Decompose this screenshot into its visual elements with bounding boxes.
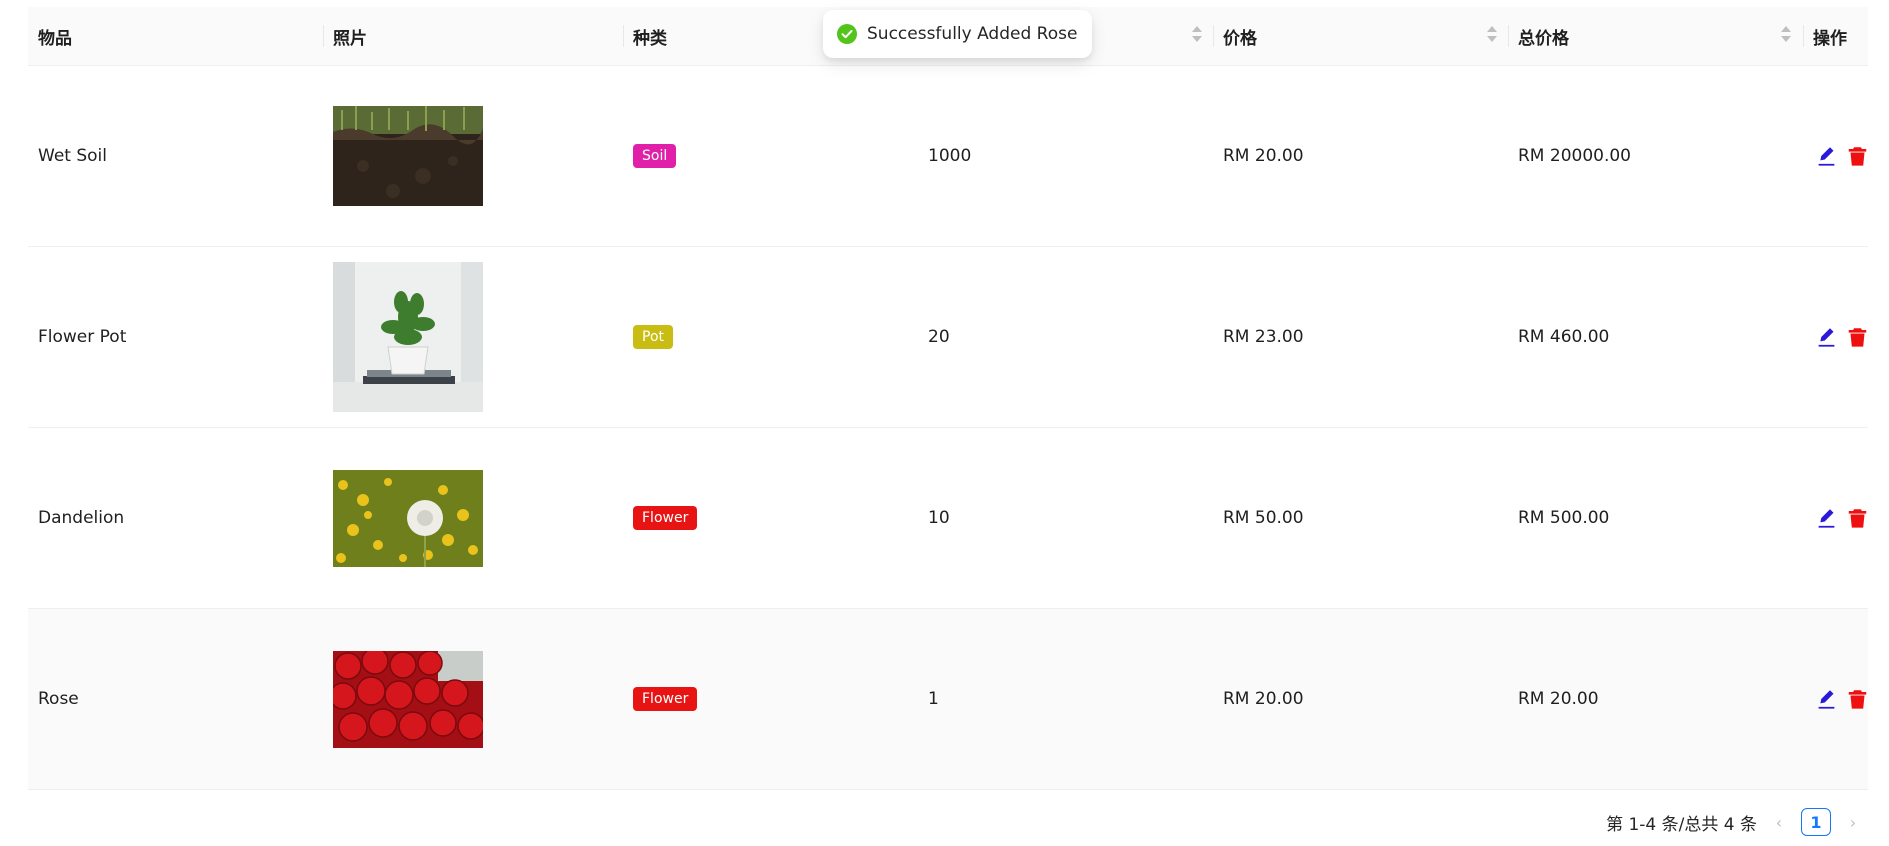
quantity-value: 10 (928, 508, 950, 528)
category-tag: Flower (633, 687, 698, 711)
price-value: RM 20.00 (1223, 689, 1304, 709)
header-total-price[interactable]: 总价格 (1508, 7, 1803, 65)
total-value: RM 460.00 (1518, 327, 1610, 347)
chevron-left-icon[interactable]: ‹ (1771, 813, 1787, 832)
total-value: RM 20000.00 (1518, 146, 1631, 166)
category-tag: Pot (633, 325, 673, 349)
potted-plant-photo (323, 247, 623, 427)
toast-message: Successfully Added Rose (867, 24, 1078, 44)
item-name: Dandelion (38, 508, 125, 528)
pagination: 第 1-4 条/总共 4 条 ‹ 1 › (1606, 808, 1861, 836)
total-value: RM 500.00 (1518, 508, 1610, 528)
edit-icon[interactable] (1816, 326, 1837, 348)
quantity-value: 1000 (928, 146, 972, 166)
chevron-right-icon[interactable]: › (1845, 813, 1861, 832)
inventory-table: 物品 照片 种类 价格 总价格 操作 Wet Soil Soil 1000 RM… (28, 7, 1868, 790)
table-row: Dandelion Flower 10 RM 50.00 RM 500.00 (28, 428, 1868, 609)
soil-photo (323, 66, 623, 246)
edit-icon[interactable] (1816, 145, 1837, 167)
price-value: RM 20.00 (1223, 146, 1304, 166)
table-row: Rose Flower 1 RM 20.00 RM 20.00 (28, 609, 1868, 790)
header-actions: 操作 (1813, 28, 1847, 49)
roses-photo (323, 609, 623, 789)
dandelion-photo (323, 428, 623, 608)
trash-icon[interactable] (1847, 688, 1868, 710)
success-toast: Successfully Added Rose (823, 10, 1093, 58)
edit-icon[interactable] (1816, 507, 1837, 529)
price-value: RM 50.00 (1223, 508, 1304, 528)
item-name: Wet Soil (38, 146, 107, 166)
category-tag: Soil (633, 144, 677, 168)
pagination-summary: 第 1-4 条/总共 4 条 (1606, 814, 1757, 835)
total-price-sort-icon[interactable] (1780, 26, 1792, 46)
quantity-value: 20 (928, 327, 950, 347)
price-value: RM 23.00 (1223, 327, 1304, 347)
quantity-sort-icon[interactable] (1191, 26, 1203, 46)
trash-icon[interactable] (1847, 507, 1868, 529)
trash-icon[interactable] (1847, 326, 1868, 348)
edit-icon[interactable] (1816, 688, 1837, 710)
table-row: Wet Soil Soil 1000 RM 20.00 RM 20000.00 (28, 66, 1868, 247)
quantity-value: 1 (928, 689, 939, 709)
check-circle-icon (837, 24, 857, 44)
page-1-button[interactable]: 1 (1801, 808, 1831, 836)
category-tag: Flower (633, 506, 698, 530)
price-sort-icon[interactable] (1486, 26, 1498, 46)
table-row: Flower Pot Pot 20 RM 23.00 RM 460.00 (28, 247, 1868, 428)
total-value: RM 20.00 (1518, 689, 1599, 709)
header-price[interactable]: 价格 (1213, 7, 1508, 65)
trash-icon[interactable] (1847, 145, 1868, 167)
item-name: Rose (38, 689, 79, 709)
header-item: 物品 (38, 28, 72, 49)
header-photo: 照片 (333, 28, 367, 49)
item-name: Flower Pot (38, 327, 127, 347)
